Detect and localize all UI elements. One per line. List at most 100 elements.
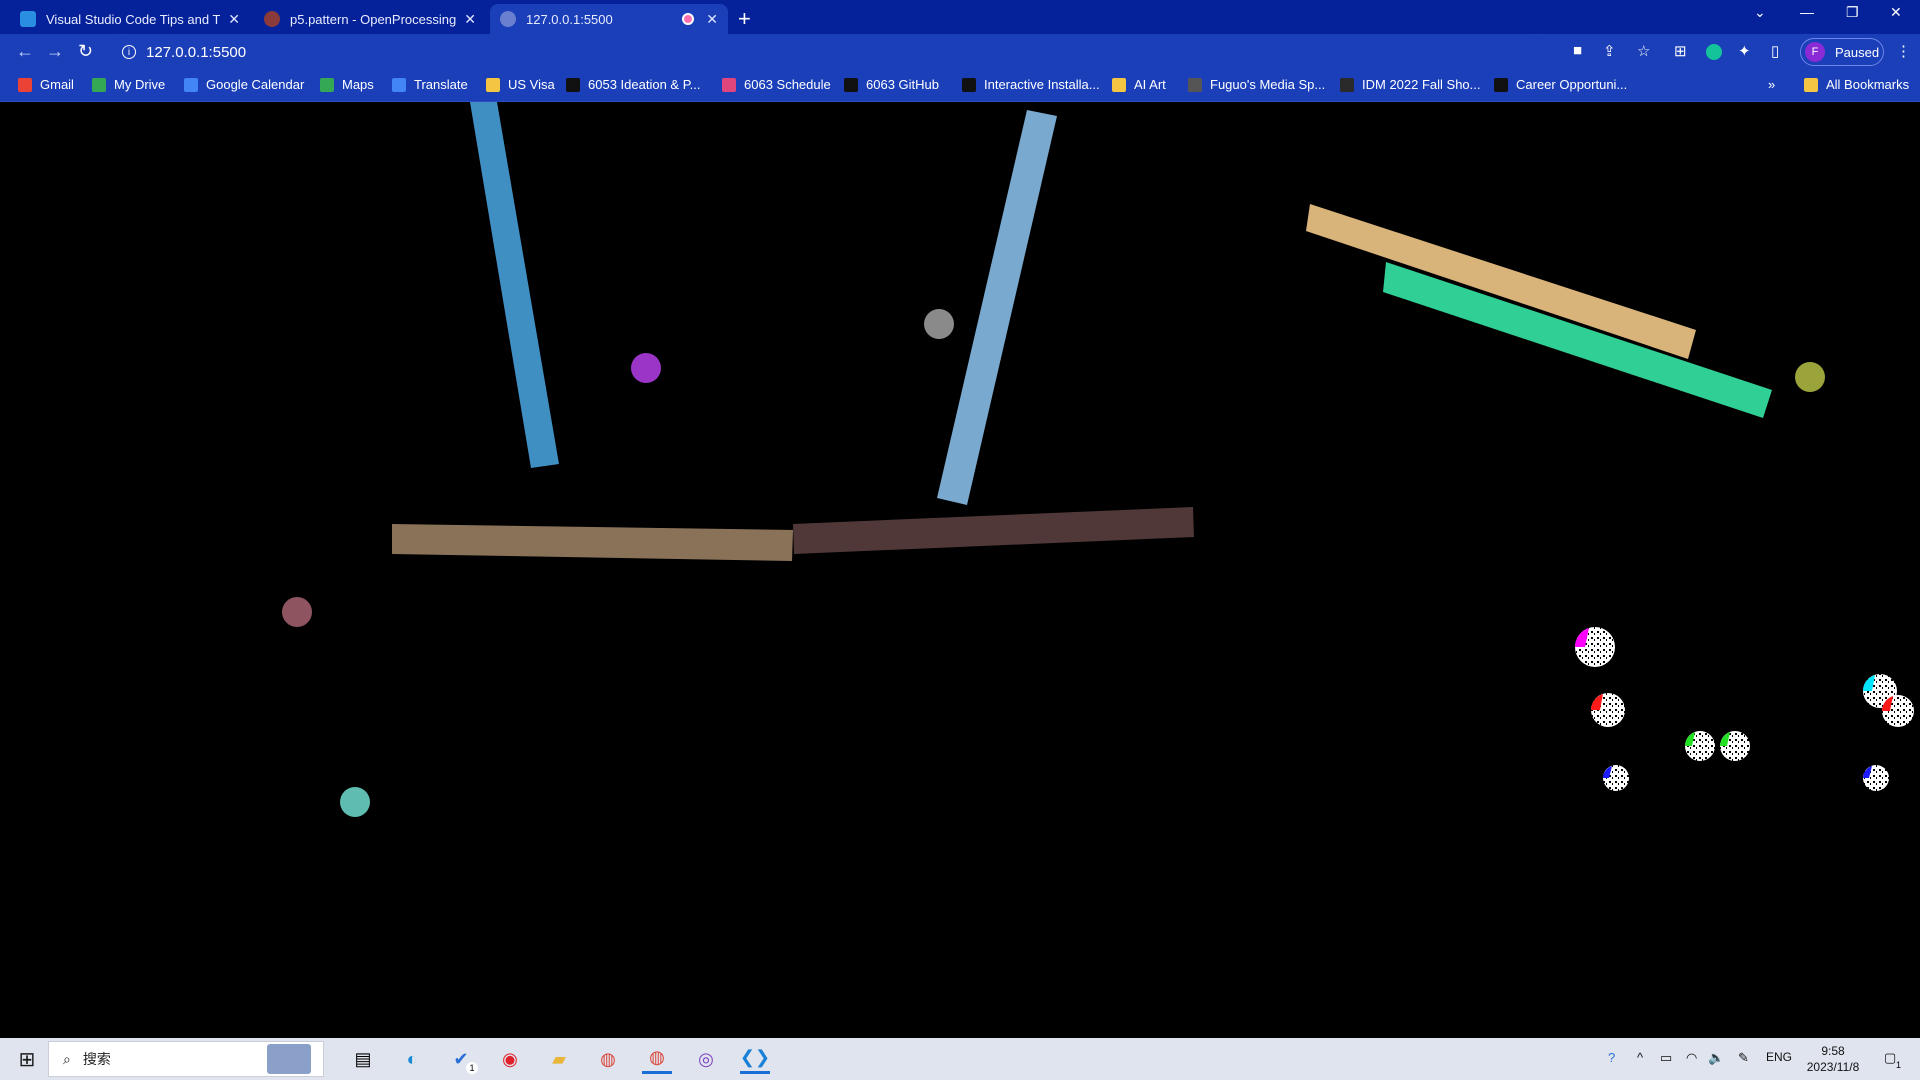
- notification-icon[interactable]: ▢: [1884, 1050, 1896, 1066]
- bookmark-4[interactable]: Translate: [392, 77, 468, 92]
- bar-brown-left: [392, 524, 793, 561]
- battery-icon[interactable]: ▭: [1660, 1050, 1672, 1066]
- clock-time: 9:58: [1821, 1044, 1845, 1058]
- sparkle-red-2: [1882, 695, 1914, 727]
- maps-icon: [320, 77, 334, 92]
- bookmark-1[interactable]: My Drive: [92, 77, 165, 92]
- close-icon[interactable]: ✕: [464, 11, 476, 28]
- github-icon: [962, 77, 976, 92]
- task-view-icon[interactable]: ▤: [348, 1044, 378, 1074]
- camera-icon[interactable]: ■: [1573, 42, 1582, 59]
- wifi-icon[interactable]: ◠: [1686, 1050, 1697, 1066]
- tray-expand-icon[interactable]: ^: [1637, 1050, 1643, 1065]
- bookmark-2[interactable]: Google Calendar: [184, 77, 304, 92]
- cube-icon: [1188, 77, 1202, 92]
- restore-icon[interactable]: ❐: [1846, 4, 1859, 21]
- windows-start-icon[interactable]: ⊞: [12, 1044, 42, 1074]
- translate-icon: [392, 77, 406, 92]
- edge-icon[interactable]: ◐: [397, 1044, 427, 1074]
- toolbar: ← → ↻ i 127.0.0.1:5500 ■ ⇪ ☆ ⊞ ✦ ▯ F Pau…: [0, 34, 1920, 70]
- bar-darkbrown-right: [793, 507, 1194, 554]
- notification-count: 1: [1896, 1060, 1902, 1070]
- github-desktop-icon[interactable]: ◎: [691, 1044, 721, 1074]
- chrome-profile-icon[interactable]: ◍: [642, 1044, 672, 1074]
- tab-localhost[interactable]: 127.0.0.1:5500 ✕: [490, 4, 728, 34]
- side-panel-icon[interactable]: ▯: [1771, 42, 1779, 60]
- sparkle-green-1: [1685, 731, 1715, 761]
- p5-sketch-canvas[interactable]: [0, 102, 1920, 1038]
- bookmark-5[interactable]: US Visa: [486, 77, 555, 92]
- avatar: F: [1805, 42, 1825, 62]
- ball-gray: [924, 309, 954, 339]
- bookmark-9[interactable]: Interactive Installa...: [962, 77, 1100, 92]
- bookmark-label: Fuguo's Media Sp...: [1210, 77, 1326, 92]
- bookmark-11[interactable]: Fuguo's Media Sp...: [1188, 77, 1325, 92]
- grammarly-icon[interactable]: [1706, 44, 1722, 60]
- bookmark-13[interactable]: Career Opportuni...: [1494, 77, 1627, 92]
- tab-p5-pattern[interactable]: p5.pattern - OpenProcessing ✕: [254, 4, 486, 34]
- sparkle-blue-2: [1863, 765, 1889, 791]
- taskbar-search-box[interactable]: ⌕ 搜索: [48, 1041, 324, 1077]
- tab-search-icon[interactable]: ⌄: [1754, 4, 1766, 21]
- bookmark-label: 6063 Schedule: [744, 77, 831, 92]
- file-explorer-icon[interactable]: ▰: [544, 1044, 574, 1074]
- sparkle-balls-group: [1575, 627, 1914, 791]
- tab-vscode-tips[interactable]: Visual Studio Code Tips and T ✕: [10, 4, 250, 34]
- bookmark-8[interactable]: 6063 GitHub: [844, 77, 939, 92]
- vscode-icon[interactable]: ❮❯: [740, 1044, 770, 1074]
- profile-status: Paused: [1835, 44, 1880, 60]
- pen-icon[interactable]: ✎: [1738, 1050, 1749, 1066]
- address-bar[interactable]: i 127.0.0.1:5500: [110, 37, 1550, 67]
- tab-strip: Visual Studio Code Tips and T ✕ p5.patte…: [0, 0, 1920, 34]
- bookmark-label: Career Opportuni...: [1516, 77, 1628, 92]
- bookmark-0[interactable]: Gmail: [18, 77, 74, 92]
- sparkle-green-2: [1720, 731, 1750, 761]
- bar-green: [1383, 262, 1772, 418]
- search-icon: ⌕: [63, 1050, 71, 1067]
- schedule-icon: [722, 77, 736, 92]
- openprocessing-icon: [264, 11, 280, 27]
- minimize-icon[interactable]: —: [1800, 4, 1814, 20]
- bookmark-label: Interactive Installa...: [984, 77, 1100, 92]
- info-icon[interactable]: i: [122, 45, 136, 59]
- netease-music-icon[interactable]: ◉: [495, 1044, 525, 1074]
- bookmark-3[interactable]: Maps: [320, 77, 374, 92]
- volume-icon[interactable]: 🔈: [1708, 1050, 1724, 1066]
- language-indicator[interactable]: ENG: [1766, 1050, 1792, 1064]
- profile-button[interactable]: F Paused: [1800, 38, 1884, 66]
- recording-indicator-icon: [682, 13, 695, 25]
- bookmark-star-icon[interactable]: ☆: [1637, 42, 1650, 60]
- share-icon[interactable]: ⇪: [1603, 42, 1616, 60]
- ball-olive: [1795, 362, 1825, 392]
- bookmark-label: IDM 2022 Fall Sho...: [1362, 77, 1481, 92]
- translate-ext-icon[interactable]: ⊞: [1674, 42, 1687, 60]
- all-bookmarks-button[interactable]: All Bookmarks: [1804, 77, 1909, 92]
- forward-icon[interactable]: →: [46, 41, 64, 62]
- bookmark-10[interactable]: AI Art: [1112, 77, 1166, 92]
- reload-icon[interactable]: ↻: [78, 41, 93, 62]
- new-tab-button[interactable]: +: [738, 6, 751, 32]
- sparkle-blue-1: [1603, 765, 1629, 791]
- sketch-svg: [282, 102, 1914, 817]
- help-icon[interactable]: ?: [1608, 1050, 1615, 1065]
- bookmark-label: Maps: [342, 77, 374, 92]
- browser-chrome: Visual Studio Code Tips and T ✕ p5.patte…: [0, 0, 1920, 102]
- bookmark-6[interactable]: 6053 Ideation & P...: [566, 77, 701, 92]
- close-window-icon[interactable]: ✕: [1890, 4, 1902, 21]
- bookmark-12[interactable]: IDM 2022 Fall Sho...: [1340, 77, 1481, 92]
- chrome-icon[interactable]: ◍: [593, 1044, 623, 1074]
- drive-icon: [92, 77, 106, 92]
- bookmark-7[interactable]: 6063 Schedule: [722, 77, 831, 92]
- close-icon[interactable]: ✕: [228, 11, 240, 28]
- ball-teal: [340, 787, 370, 817]
- clock[interactable]: 9:58 2023/11/8: [1803, 1043, 1863, 1075]
- bar-tan: [1306, 204, 1696, 359]
- menu-icon[interactable]: ⋮: [1896, 42, 1911, 60]
- bar-lightblue-right: [937, 110, 1057, 505]
- bookmarks-overflow-icon[interactable]: »: [1768, 77, 1775, 92]
- extensions-icon[interactable]: ✦: [1738, 42, 1751, 60]
- close-icon[interactable]: ✕: [706, 11, 718, 28]
- back-icon[interactable]: ←: [16, 41, 34, 62]
- bookmark-label: 6063 GitHub: [866, 77, 939, 92]
- bars-group: [392, 102, 1772, 561]
